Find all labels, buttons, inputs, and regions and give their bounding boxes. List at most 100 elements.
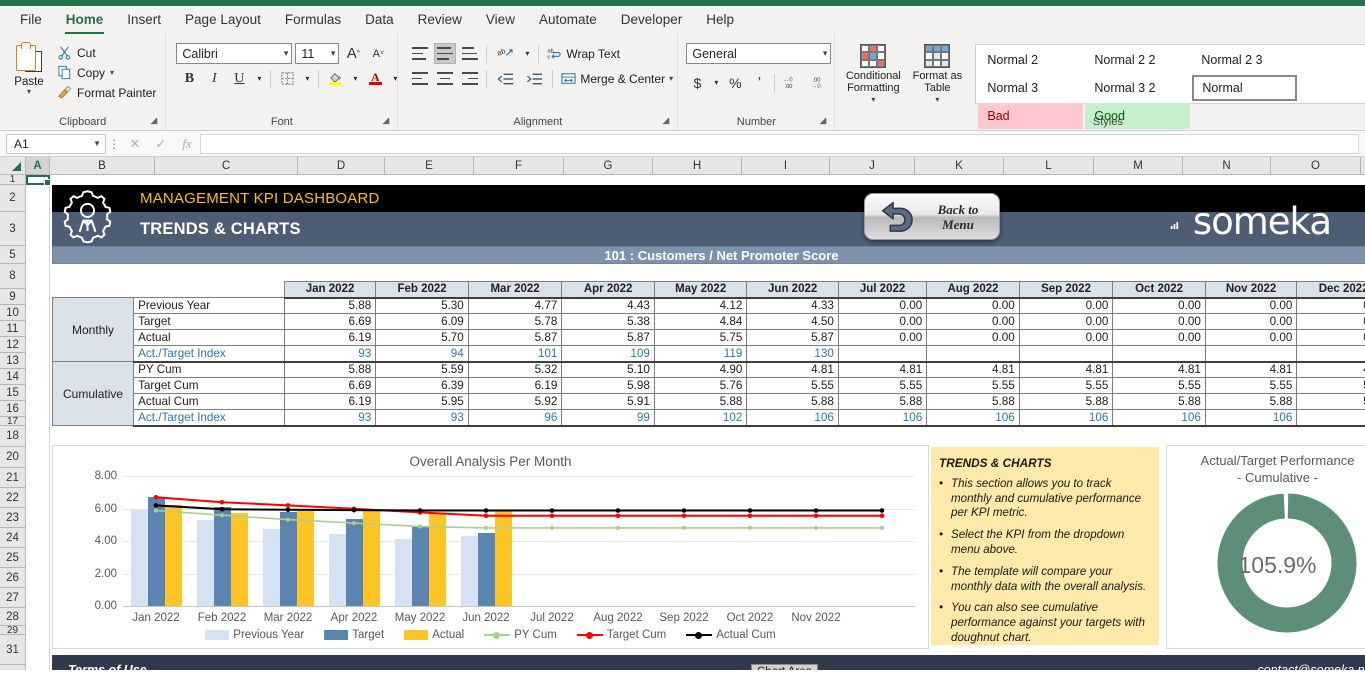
kpi-selector-bar[interactable]: 101 : Customers / Net Promoter Score	[52, 246, 1365, 264]
style-normal-3-2[interactable]: Normal 3 2	[1085, 75, 1191, 101]
row-header-31[interactable]: 31	[0, 635, 25, 665]
legend-item-actual[interactable]: Actual	[404, 629, 464, 641]
row-header-15[interactable]: 15	[0, 385, 25, 401]
decrease-font-size-button[interactable]: A ˅	[367, 43, 389, 64]
back-to-menu-button[interactable]: Back to Menu	[864, 193, 1000, 240]
number-dialog-launcher[interactable]: ◢	[818, 116, 827, 125]
column-header-C[interactable]: C	[155, 157, 298, 174]
fill-color-chevron-icon[interactable]: ▾	[349, 68, 361, 89]
italic-button[interactable]: I	[203, 68, 225, 89]
row-header-9[interactable]: 9	[0, 289, 25, 305]
style-normal[interactable]: Normal	[1192, 75, 1298, 101]
font-dialog-launcher[interactable]: ◢	[381, 116, 390, 125]
ribbon-tab-page-layout[interactable]: Page Layout	[173, 8, 273, 34]
row-header-25[interactable]: 25	[0, 548, 25, 568]
column-header-O[interactable]: O	[1271, 157, 1361, 174]
style-normal-2[interactable]: Normal 2	[978, 47, 1084, 73]
row-header-20[interactable]: 20	[0, 447, 25, 468]
insert-function-icon[interactable]: fx	[174, 136, 200, 152]
chevron-down-icon[interactable]: ▾	[669, 74, 673, 83]
row-header-23[interactable]: 23	[0, 508, 25, 528]
column-header-K[interactable]: K	[915, 157, 1004, 174]
increase-indent-button[interactable]	[521, 68, 547, 89]
align-center-button[interactable]	[434, 68, 456, 89]
row-header-3[interactable]: 3	[0, 212, 25, 246]
ribbon-tab-automate[interactable]: Automate	[527, 8, 609, 34]
align-top-button[interactable]	[409, 43, 431, 64]
legend-item-actual-cum[interactable]: Actual Cum	[686, 629, 776, 641]
column-header-L[interactable]: L	[1004, 157, 1094, 174]
align-right-button[interactable]	[459, 68, 481, 89]
style-normal-2-3[interactable]: Normal 2 3	[1192, 47, 1298, 73]
row-header-2[interactable]: 2	[0, 185, 25, 212]
row-header-17[interactable]: 17	[0, 416, 25, 427]
legend-item-previous-year[interactable]: Previous Year	[205, 629, 304, 641]
chevron-down-icon[interactable]: ▾	[871, 94, 875, 106]
row-header-13[interactable]: 13	[0, 353, 25, 369]
ribbon-tab-review[interactable]: Review	[406, 8, 474, 34]
column-header-N[interactable]: N	[1183, 157, 1271, 174]
align-left-button[interactable]	[409, 68, 431, 89]
copy-button[interactable]: Copy ▾	[53, 64, 160, 81]
column-header-E[interactable]: E	[385, 157, 474, 174]
fill-color-button[interactable]	[324, 68, 346, 89]
format-as-table-button[interactable]: Format as Table ▾	[907, 44, 967, 106]
increase-font-size-button[interactable]: A ^	[342, 43, 364, 64]
ribbon-tab-view[interactable]: View	[474, 8, 527, 34]
chevron-down-icon[interactable]: ▾	[935, 94, 939, 106]
ribbon-tab-home[interactable]: Home	[54, 8, 116, 34]
legend-item-py-cum[interactable]: PY Cum	[484, 629, 557, 641]
select-all-corner[interactable]	[0, 157, 26, 174]
row-header-26[interactable]: 26	[0, 568, 25, 588]
style-normal-2-2[interactable]: Normal 2 2	[1085, 47, 1191, 73]
column-header-F[interactable]: F	[474, 157, 564, 174]
formula-input[interactable]	[200, 133, 1359, 154]
ribbon-tab-help[interactable]: Help	[694, 8, 746, 34]
font-size-select[interactable]: 11 ▾	[295, 43, 340, 64]
conditional-formatting-button[interactable]: Conditional Formatting ▾	[843, 44, 903, 106]
row-header-11[interactable]: 11	[0, 321, 25, 337]
row-header-21[interactable]: 21	[0, 468, 25, 488]
wrap-text-button[interactable]: ab c Wrap Text	[544, 44, 623, 63]
percent-format-button[interactable]: %	[724, 72, 746, 93]
paste-button[interactable]: Paste ▾	[5, 39, 53, 96]
cell-styles-gallery[interactable]: Normal 2 Normal 2 2 Normal 2 3 Normal 3 …	[975, 44, 1365, 129]
row-header-27[interactable]: 27	[0, 588, 25, 608]
clipboard-dialog-launcher[interactable]: ◢	[149, 116, 158, 125]
ribbon-tab-insert[interactable]: Insert	[115, 8, 173, 34]
alignment-dialog-launcher[interactable]: ◢	[661, 116, 670, 125]
row-header-8[interactable]: 8	[0, 264, 25, 289]
borders-chevron-icon[interactable]: ▾	[301, 68, 313, 89]
underline-chevron-icon[interactable]: ▾	[253, 68, 265, 89]
row-header-22[interactable]: 22	[0, 488, 25, 508]
legend-item-target-cum[interactable]: Target Cum	[576, 629, 666, 641]
row-header-12[interactable]: 12	[0, 337, 25, 353]
chevron-down-icon[interactable]: ▾	[110, 68, 114, 77]
column-header-B[interactable]: B	[50, 157, 155, 174]
legend-item-target[interactable]: Target	[324, 629, 384, 641]
column-header-D[interactable]: D	[298, 157, 385, 174]
ribbon-tab-data[interactable]: Data	[353, 8, 406, 34]
row-header-1[interactable]: 1	[0, 174, 25, 185]
active-cell-a1[interactable]	[26, 175, 51, 186]
currency-format-button[interactable]: $	[686, 72, 708, 93]
ribbon-tab-developer[interactable]: Developer	[609, 8, 695, 34]
orientation-chevron-icon[interactable]: ▾	[521, 43, 533, 64]
terms-of-use-link[interactable]: Terms of Use	[68, 663, 147, 670]
merge-center-button[interactable]: Merge & Center ▾	[558, 69, 676, 88]
cut-button[interactable]: Cut	[53, 44, 160, 61]
row-header-24[interactable]: 24	[0, 528, 25, 548]
row-header-18[interactable]: 18	[0, 426, 25, 447]
row-header-29[interactable]: 29	[0, 625, 25, 636]
font-color-button[interactable]: A	[364, 68, 386, 89]
name-box[interactable]: A1 ▼	[6, 133, 106, 154]
orientation-button[interactable]: ab	[492, 43, 518, 64]
bold-button[interactable]: B	[178, 68, 200, 89]
row-header-5[interactable]: 5	[0, 246, 25, 264]
row-header-10[interactable]: 10	[0, 305, 25, 321]
row-header-14[interactable]: 14	[0, 369, 25, 385]
underline-button[interactable]: U	[228, 68, 250, 89]
column-header-I[interactable]: I	[742, 157, 830, 174]
increase-decimal-button[interactable]: ←0.00	[779, 72, 805, 93]
cancel-edit-icon[interactable]: ✕	[122, 136, 148, 152]
